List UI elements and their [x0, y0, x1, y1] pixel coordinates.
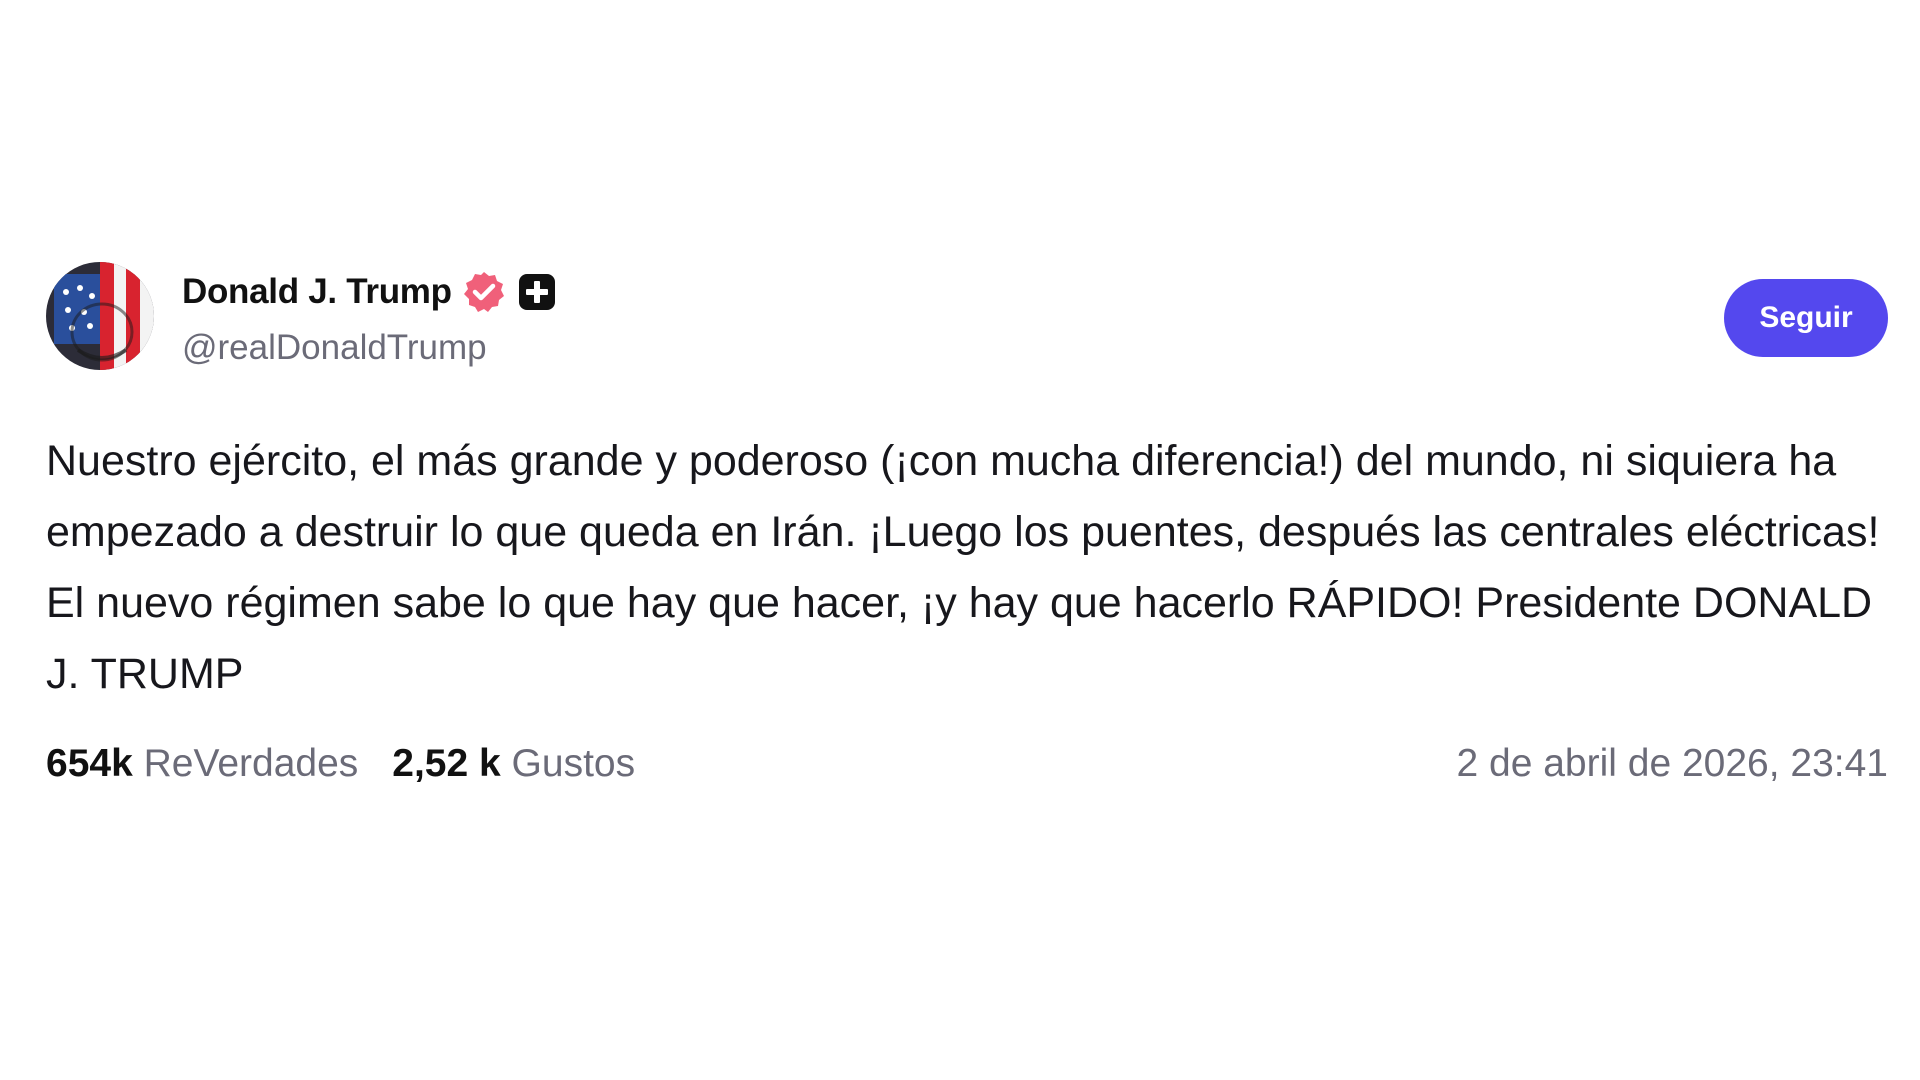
avatar[interactable] — [46, 262, 154, 370]
likes-count: 2,52 k — [392, 742, 501, 785]
author-display-name[interactable]: Donald J. Trump — [182, 272, 452, 312]
avatar-image — [46, 262, 154, 370]
likes-label: Gustos — [511, 742, 636, 785]
plus-badge-icon — [518, 274, 555, 310]
reposts-label: ReVerdades — [143, 742, 359, 785]
post-header: Donald J. Trump @realDonaldTrump Seguir — [46, 262, 1888, 374]
reposts-count: 654k — [46, 742, 133, 785]
reposts-stat[interactable]: 654k ReVerdades — [46, 736, 358, 792]
follow-button[interactable]: Seguir — [1724, 279, 1888, 357]
post-text: Nuestro ejército, el más grande y podero… — [46, 437, 1880, 698]
verified-icon — [463, 272, 504, 312]
author-name-row: Donald J. Trump — [182, 270, 556, 314]
post-card: Donald J. Trump @realDonaldTrump Seguir … — [46, 262, 1888, 792]
post-timestamp[interactable]: 2 de abril de 2026, 23:41 — [1456, 736, 1888, 792]
author-handle[interactable]: @realDonaldTrump — [182, 328, 487, 368]
likes-stat[interactable]: 2,52 k Gustos — [392, 736, 635, 792]
post-footer: 654k ReVerdades 2,52 k Gustos 2 de abril… — [46, 736, 1888, 792]
